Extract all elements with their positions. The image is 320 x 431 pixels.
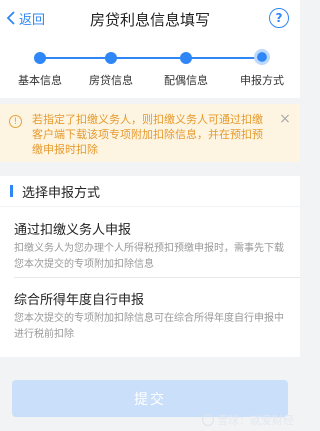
step-label-spouse: 配偶信息 (164, 74, 208, 87)
nav-bar: 返回 房贷利息信息填写 ? (0, 0, 300, 38)
close-icon[interactable]: × (278, 112, 292, 126)
help-icon[interactable]: ? (269, 8, 289, 28)
watermark: 雪球：就爱财经 (202, 412, 294, 428)
option-title: 通过扣缴义务人申报 (14, 223, 132, 238)
option-description: 您本次提交的专项附加扣除信息可在综合所得年度自行申报中进行税前扣除 (14, 313, 284, 340)
notice-banner: ! 若指定了扣缴义务人，则扣缴义务人可通过扣缴客户端下载该项专项附加扣除信息，并… (0, 104, 300, 162)
option-withholding-agent[interactable]: 通过扣缴义务人申报 扣缴义务人为您办理个人所得税预扣预缴申报时，需事先下载您本次… (14, 219, 290, 273)
divider (14, 277, 300, 278)
option-description: 扣缴义务人为您办理个人所得税预扣预缴申报时，需事先下载您本次提交的专项附加扣除信… (14, 243, 284, 270)
step-label-loan: 房贷信息 (89, 74, 133, 87)
step-dot-spouse (180, 52, 192, 64)
step-label-filing: 申报方式 (240, 74, 284, 87)
section-title: 选择申报方式 (22, 186, 101, 201)
page-title: 房贷利息信息填写 (89, 11, 210, 29)
step-dot-loan (105, 52, 117, 64)
step-dot-basic (34, 52, 46, 64)
filing-options: 通过扣缴义务人申报 扣缴义务人为您办理个人所得税预扣预缴申报时，需事先下载您本次… (0, 207, 300, 357)
section-header: 选择申报方式 (0, 176, 300, 206)
section-accent-bar (10, 185, 13, 197)
notice-text: 若指定了扣缴义务人，则扣缴义务人可通过扣缴客户端下载该项专项附加扣除信息，并在预… (32, 113, 263, 156)
option-title: 综合所得年度自行申报 (14, 293, 145, 308)
option-self-filing[interactable]: 综合所得年度自行申报 您本次提交的专项附加扣除信息可在综合所得年度自行申报中进行… (14, 289, 290, 343)
progress-steps: 基本信息 房贷信息 配偶信息 申报方式 (0, 38, 300, 98)
step-label-basic: 基本信息 (18, 74, 62, 87)
snowball-logo-icon (202, 414, 214, 426)
watermark-text: 雪球：就爱财经 (217, 414, 294, 427)
progress-line (40, 57, 262, 59)
step-dot-filing-current (254, 49, 270, 65)
info-icon: ! (9, 115, 22, 128)
